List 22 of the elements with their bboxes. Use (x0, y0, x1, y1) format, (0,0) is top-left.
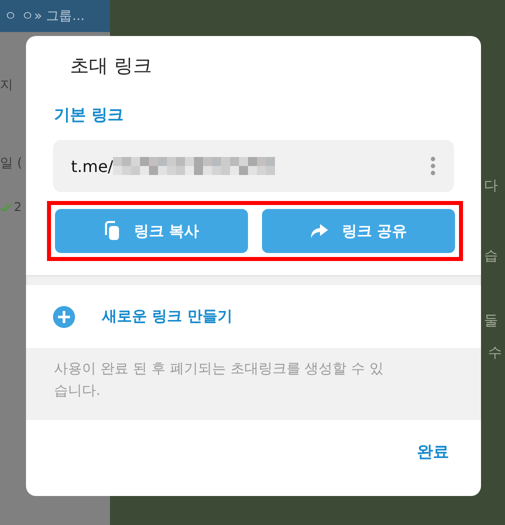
message-text: 수 (488, 344, 502, 362)
create-link-row[interactable]: 새로운 링크 만들기 (26, 285, 481, 348)
link-text: t.me/ (71, 156, 114, 176)
message-text: 다 (484, 177, 498, 195)
done-button[interactable]: 완료 (413, 438, 453, 467)
copy-icon (104, 221, 120, 241)
section-label: 기본 링크 (53, 104, 125, 126)
plus-circle-icon (53, 306, 75, 328)
info-text: 사용이 완료 된 후 폐기되는 초대링크를 생성할 수 있습니다. (54, 361, 384, 399)
share-arrow-icon (310, 224, 328, 238)
group-name: ㅇ ㅇ» 그룹... (4, 8, 85, 25)
link-field[interactable]: t.me/ (53, 140, 454, 192)
action-button[interactable]: 링크 공유 (262, 209, 455, 253)
message-text: 습 (484, 247, 498, 265)
dialog-title: 초대 링크 (69, 54, 154, 79)
double-check-icon (0, 202, 13, 212)
chat-preview: 지 (0, 77, 13, 94)
chat-preview: 일 ( (0, 155, 22, 172)
more-options-icon[interactable] (430, 156, 436, 176)
message-text: 둘 (484, 312, 498, 330)
action-button[interactable]: 링크 복사 (55, 209, 248, 253)
chat-preview: 2 (14, 200, 22, 214)
